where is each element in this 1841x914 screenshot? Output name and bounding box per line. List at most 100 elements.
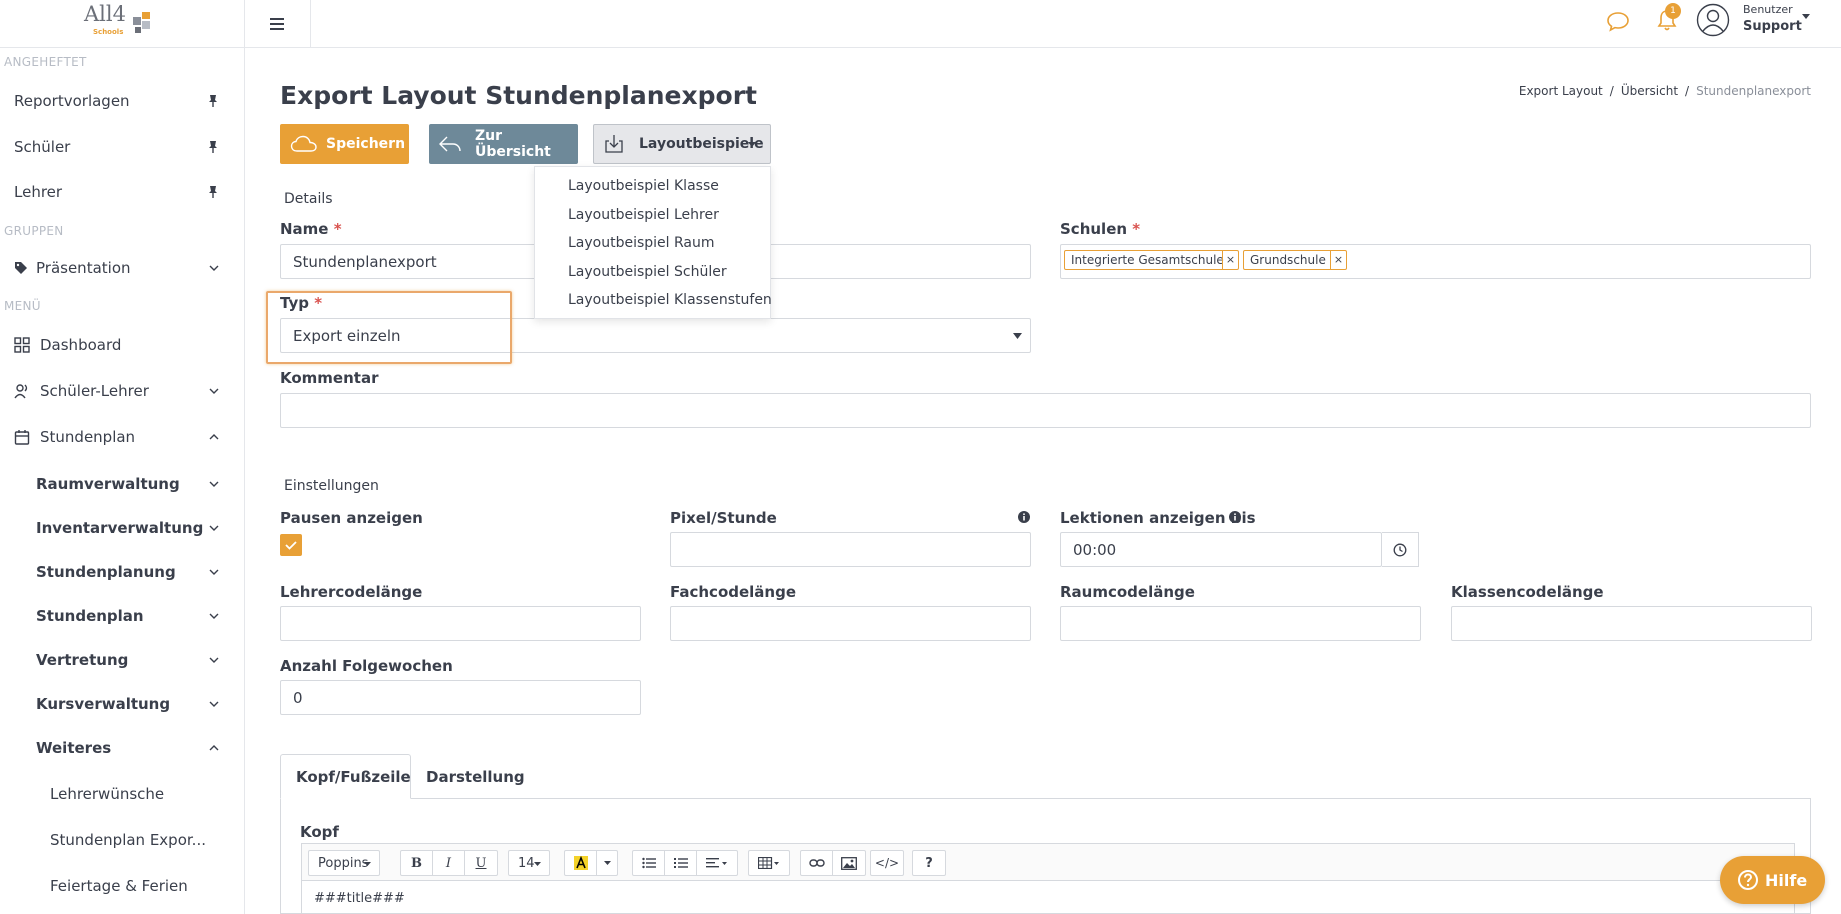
breadcrumb-link[interactable]: Export Layout <box>1519 84 1603 98</box>
lessons-until-input[interactable]: 00:00 <box>1060 532 1382 567</box>
sidebar-item-stundenplanung[interactable]: Stundenplanung <box>0 553 245 591</box>
pixel-hour-input[interactable] <box>670 532 1031 567</box>
info-icon[interactable] <box>1018 511 1030 523</box>
unordered-list-button[interactable] <box>633 850 665 876</box>
chat-icon[interactable] <box>1606 10 1630 32</box>
reply-icon <box>439 136 461 152</box>
highlight-color-button[interactable] <box>565 850 597 876</box>
sidebar-item-praesentation[interactable]: Präsentation <box>0 249 245 287</box>
menu-item-layout-klassenstufen[interactable]: Layoutbeispiel Klassenstufen <box>568 292 772 308</box>
school-tag: Integrierte Gesamtschule × <box>1064 250 1239 270</box>
code-view-group: </> <box>870 850 904 876</box>
avatar-icon[interactable] <box>1696 3 1730 37</box>
sidebar-item-feiertage[interactable]: Feiertage & Ferien <box>0 867 245 905</box>
tab-bar: Kopf/Fußzeile Darstellung <box>280 754 1811 799</box>
menu-item-layout-raum[interactable]: Layoutbeispiel Raum <box>568 235 715 251</box>
tab-header-footer[interactable]: Kopf/Fußzeile <box>280 754 411 799</box>
sidebar-item-label: Schüler-Lehrer <box>40 382 149 400</box>
sidebar-item-inventarverwaltung[interactable]: Inventarverwaltung <box>0 509 245 547</box>
breadcrumb-current: Stundenplanexport <box>1696 84 1811 98</box>
layout-examples-button[interactable]: Layoutbeispiele <box>593 124 771 164</box>
teacher-code-input[interactable] <box>280 606 641 641</box>
sidebar-item-raumverwaltung[interactable]: Raumverwaltung <box>0 465 245 503</box>
sidebar-item-stundenplan-export[interactable]: Stundenplan Expor... <box>0 821 245 859</box>
menu-item-layout-klasse[interactable]: Layoutbeispiel Klasse <box>568 178 719 194</box>
hamburger-icon <box>269 18 284 30</box>
sidebar-item-weiteres[interactable]: Weiteres <box>0 729 245 767</box>
insert-link-button[interactable] <box>801 850 833 876</box>
save-button[interactable]: Speichern <box>280 124 409 164</box>
sidebar-item-stundenplan-sub[interactable]: Stundenplan <box>0 597 245 635</box>
class-code-input[interactable] <box>1451 606 1812 641</box>
sidebar-item-lehrer[interactable]: Lehrer <box>0 173 245 211</box>
comment-label: Kommentar <box>280 369 379 387</box>
download-icon <box>605 135 623 153</box>
user-name[interactable]: Support <box>1743 19 1802 34</box>
pin-icon[interactable] <box>206 140 220 154</box>
schools-label: Schulen * <box>1060 220 1141 238</box>
bold-button[interactable]: B <box>401 850 433 876</box>
subject-code-input[interactable] <box>670 606 1031 641</box>
bullet-list-icon <box>641 857 656 869</box>
insert-table-button[interactable] <box>749 850 789 876</box>
code-view-button[interactable]: </> <box>871 850 903 876</box>
sidebar-item-reportvorlagen[interactable]: Reportvorlagen <box>0 82 245 120</box>
menu-item-layout-schueler[interactable]: Layoutbeispiel Schüler <box>568 264 727 280</box>
calendar-icon <box>14 430 30 445</box>
editor-content[interactable]: ###title### <box>301 881 1795 914</box>
caret-down-icon[interactable] <box>1802 14 1810 20</box>
insert-image-button[interactable] <box>833 850 865 876</box>
font-size-select[interactable]: 14 <box>508 850 550 876</box>
color-group <box>564 850 618 876</box>
pin-icon[interactable] <box>206 94 220 108</box>
color-dropdown-button[interactable] <box>597 850 617 876</box>
school-tag: Grundschule × <box>1243 250 1347 270</box>
sidebar-item-dashboard[interactable]: Dashboard <box>0 326 245 364</box>
sidebar-item-schueler-lehrer[interactable]: Schüler-Lehrer <box>0 372 245 410</box>
chevron-down-icon <box>209 569 219 575</box>
sidebar-item-schueler[interactable]: Schüler <box>0 128 245 166</box>
breadcrumb: Export Layout / Übersicht / Stundenplanexpor… <box>1518 84 1811 98</box>
info-icon[interactable] <box>1229 511 1241 523</box>
settings-section-label: Einstellungen <box>284 478 379 494</box>
comment-input[interactable] <box>280 393 1811 428</box>
help-button[interactable]: Hilfe <box>1720 856 1825 904</box>
paragraph-group <box>632 850 738 876</box>
time-picker-button[interactable] <box>1382 532 1419 567</box>
class-code-label: Klassencodelänge <box>1451 583 1604 601</box>
format-group: B I U <box>400 850 498 876</box>
ordered-list-button[interactable] <box>665 850 697 876</box>
remove-tag-icon[interactable]: × <box>1330 251 1346 269</box>
teacher-code-label: Lehrercodelänge <box>280 583 423 601</box>
italic-button[interactable]: I <box>433 850 465 876</box>
notification-badge: 1 <box>1665 3 1681 19</box>
breadcrumb-link[interactable]: Übersicht <box>1621 84 1678 98</box>
text-color-icon <box>573 855 588 870</box>
lessons-until-label: Lektionen anzeigen bis <box>1060 509 1256 527</box>
editor-help-button[interactable]: ? <box>913 850 945 876</box>
sidebar-item-stundenplan[interactable]: Stundenplan <box>0 418 245 456</box>
pin-icon[interactable] <box>206 185 220 199</box>
sidebar-section-pinned: ANGEHEFTET <box>4 55 87 69</box>
sidebar-item-vertretung[interactable]: Vertretung <box>0 641 245 679</box>
show-breaks-checkbox[interactable] <box>280 534 302 556</box>
menu-item-layout-lehrer[interactable]: Layoutbeispiel Lehrer <box>568 207 719 223</box>
underline-button[interactable]: U <box>465 850 497 876</box>
remove-tag-icon[interactable]: × <box>1222 251 1238 269</box>
help-button-label: Hilfe <box>1765 870 1808 890</box>
align-dropdown-button[interactable] <box>697 850 737 876</box>
overview-button[interactable]: Zur Übersicht <box>429 124 578 164</box>
following-weeks-input[interactable]: 0 <box>280 680 641 715</box>
sidebar-item-kursverwaltung[interactable]: Kursverwaltung <box>0 685 245 723</box>
tab-display[interactable]: Darstellung <box>411 754 540 799</box>
users-icon <box>14 384 28 399</box>
chevron-down-icon <box>209 701 219 707</box>
menu-toggle-button[interactable] <box>245 0 311 48</box>
sidebar-item-label: Reportvorlagen <box>14 92 130 110</box>
sidebar-item-lehrerwuensche[interactable]: Lehrerwünsche <box>0 775 245 813</box>
room-code-input[interactable] <box>1060 606 1421 641</box>
brand-area[interactable]: All4 Schools <box>0 0 245 48</box>
logo-subtext: Schools <box>93 28 124 36</box>
help-group: ? <box>912 850 946 876</box>
font-family-select[interactable]: Poppins <box>308 850 380 876</box>
